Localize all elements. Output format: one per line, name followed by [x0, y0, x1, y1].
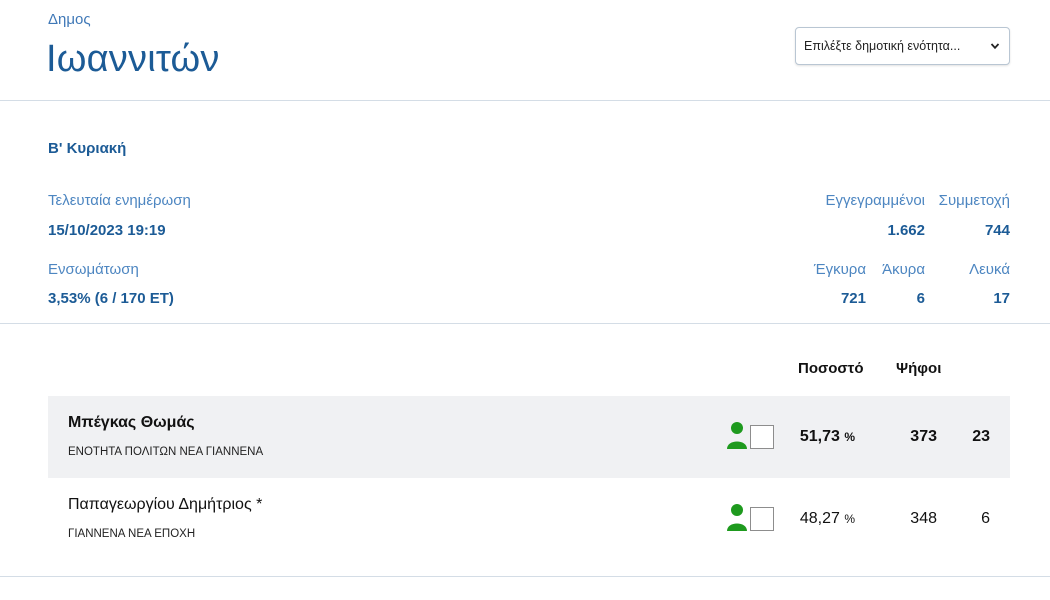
invalid-label: Άκυρα	[882, 261, 925, 278]
last-update-label: Τελευταία ενημέρωση	[48, 192, 191, 209]
turnout-label: Συμμετοχή	[938, 192, 1010, 209]
candidate-votes: 373	[910, 428, 937, 445]
percent-column-header: Ποσοστό	[798, 360, 864, 377]
valid-label: Έγκυρα	[813, 261, 866, 278]
candidate-row[interactable]: Παπαγεωργίου Δημήτριος * ΓΙΑΝΝΕΝΑ ΝΕΑ ΕΠ…	[48, 478, 1010, 560]
candidate-party: ΕΝΟΤΗΤΑ ΠΟΛΙΤΩΝ ΝΕΑ ΓΙΑΝΝΕΝΑ	[68, 446, 264, 458]
page-title: Ιωαννιτών	[46, 38, 220, 80]
votes-column-header: Ψήφοι	[896, 360, 942, 377]
candidate-seats: 6	[981, 510, 990, 527]
municipality-label: Δημος	[48, 11, 91, 28]
registered-value: 1.662	[887, 222, 925, 239]
candidate-percent: 48,27 %	[799, 510, 855, 527]
invalid-value: 6	[916, 290, 925, 307]
table-bottom-divider	[0, 576, 1050, 577]
page-header: Δημος Ιωαννιτών Επιλέξτε δημοτική ενότητ…	[0, 0, 1050, 101]
candidate-name: Παπαγεωργίου Δημήτριος *	[68, 496, 263, 513]
section-divider	[0, 323, 1050, 324]
municipal-unit-select[interactable]: Επιλέξτε δημοτική ενότητα...	[795, 27, 1010, 65]
valid-value: 721	[840, 290, 866, 307]
turnout-value: 744	[984, 222, 1010, 239]
chevron-down-icon	[990, 43, 1000, 50]
candidate-percent: 51,73 %	[799, 428, 855, 445]
candidate-name: Μπέγκας Θωμάς	[68, 414, 195, 431]
person-icon	[727, 422, 747, 449]
integration-label: Ενσωμάτωση	[48, 261, 139, 278]
registered-label: Εγγεγραμμένοι	[825, 192, 925, 209]
candidate-seats: 23	[972, 428, 990, 445]
candidate-row[interactable]: Μπέγκας Θωμάς ΕΝΟΤΗΤΑ ΠΟΛΙΤΩΝ ΝΕΑ ΓΙΑΝΝΕ…	[48, 396, 1010, 478]
candidate-party: ΓΙΑΝΝΕΝΑ ΝΕΑ ΕΠΟΧΗ	[68, 528, 196, 540]
blank-label: Λευκά	[969, 261, 1010, 278]
municipal-unit-select-value: Επιλέξτε δημοτική ενότητα...	[804, 39, 961, 53]
blank-value: 17	[993, 290, 1010, 307]
candidate-votes: 348	[910, 510, 937, 527]
person-icon	[727, 504, 747, 531]
candidate-photo-placeholder	[750, 425, 774, 449]
last-update-value: 15/10/2023 19:19	[48, 222, 166, 239]
round-title: Β' Κυριακή	[48, 140, 127, 157]
candidate-photo-placeholder	[750, 507, 774, 531]
integration-value: 3,53% (6 / 170 ΕΤ)	[48, 290, 174, 307]
